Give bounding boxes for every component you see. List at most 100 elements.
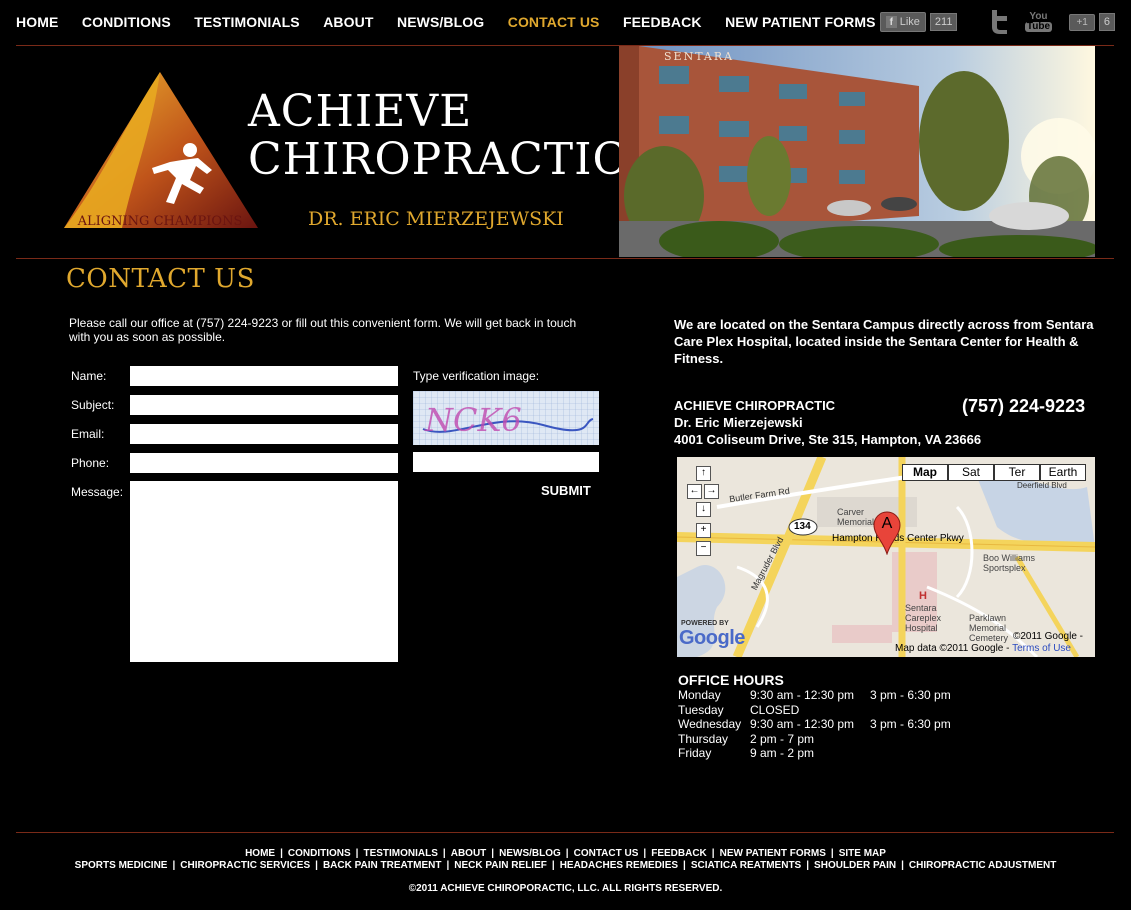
zoom-out-icon[interactable]: −	[696, 541, 711, 556]
footer-link-contact-us[interactable]: CONTACT US	[574, 848, 639, 859]
google-map[interactable]: 134 Butler Farm Rd Hampton Roads Center …	[677, 457, 1095, 657]
phone-field[interactable]	[130, 453, 398, 473]
twitter-icon[interactable]	[985, 8, 1013, 36]
logo-triangle-icon: ALIGNING CHAMPIONS	[64, 72, 258, 229]
footer-link-testimonials[interactable]: TESTIMONIALS	[363, 848, 437, 859]
header-doctor-name: DR. ERIC MIERZEJEWSKI	[308, 208, 564, 230]
phone-number[interactable]: (757) 224-9223	[962, 396, 1085, 417]
footer-link-site-map[interactable]: SITE MAP	[839, 848, 886, 859]
subject-label: Subject:	[71, 398, 115, 412]
nav-about[interactable]: ABOUT	[323, 14, 373, 30]
email-field[interactable]	[130, 424, 398, 444]
map-type-map[interactable]: Map	[902, 464, 948, 481]
logo[interactable]: ALIGNING CHAMPIONS	[62, 70, 262, 232]
submit-button[interactable]: SUBMIT	[541, 483, 591, 498]
footer-link-feedback[interactable]: FEEDBACK	[651, 848, 707, 859]
facebook-icon: f	[885, 16, 897, 28]
map-powered-by: POWERED BY	[681, 620, 729, 627]
map-route-label: 134	[794, 521, 811, 532]
nav-testimonials[interactable]: TESTIMONIALS	[194, 14, 299, 30]
hours-s1: 9 am - 2 pm	[750, 746, 815, 760]
captcha-text: NCK6	[424, 401, 522, 439]
nav-news-blog[interactable]: NEWS/BLOG	[397, 14, 484, 30]
map-attribution: Map data ©2011 Google - Terms of Use	[895, 643, 1071, 654]
map-label-sentara: Sentara Careplex Hospital	[905, 603, 942, 633]
message-field[interactable]	[130, 481, 398, 662]
practice-name: ACHIEVE CHIROPRACTIC	[674, 398, 836, 413]
footer-link-shoulder-pain[interactable]: SHOULDER PAIN	[814, 860, 896, 871]
footer-link-back-pain-treatment[interactable]: BACK PAIN TREATMENT	[323, 860, 442, 871]
hours-day: Monday	[678, 688, 721, 702]
page-title: CONTACT US	[66, 264, 255, 294]
hours-day: Friday	[678, 746, 712, 760]
nav-new-patient-forms[interactable]: NEW PATIENT FORMS	[725, 14, 876, 30]
footer-copyright: ©2011 ACHIEVE CHIROPORACTIC, LLC. ALL RI…	[408, 883, 723, 894]
hours-s2: 3 pm - 6:30 pm	[870, 688, 951, 702]
name-label: Name:	[71, 369, 107, 383]
footer-link-about[interactable]: ABOUT	[451, 848, 487, 859]
pan-left-icon[interactable]: ←	[687, 484, 702, 499]
nav-feedback[interactable]: FEEDBACK	[623, 14, 702, 30]
map-type-sat[interactable]: Sat	[948, 464, 994, 481]
footer-separator: |	[355, 848, 359, 859]
footer-link-chiropractic-adjustment[interactable]: CHIROPRACTIC ADJUSTMENT	[909, 860, 1056, 871]
google-logo[interactable]: Google	[679, 627, 745, 650]
footer-separator: |	[315, 860, 318, 871]
footer-separator: |	[830, 848, 834, 859]
footer-separator: |	[711, 848, 715, 859]
hours-s1: CLOSED	[750, 702, 800, 717]
nav-items: HOME CONDITIONS TESTIMONIALS ABOUT NEWS/BLOG…	[16, 14, 899, 30]
pan-down-icon[interactable]: ↓	[696, 502, 711, 517]
zoom-in-icon[interactable]: +	[696, 523, 711, 538]
hero-photo-graphic: SENTARA	[619, 46, 1095, 257]
footer-link-conditions[interactable]: CONDITIONS	[288, 848, 351, 859]
footer-link-neck-pain-relief[interactable]: NECK PAIN RELIEF	[454, 860, 547, 871]
footer-separator: |	[280, 848, 283, 859]
hours-s2	[870, 746, 951, 761]
hours-day: Wednesday	[678, 717, 742, 731]
facebook-like-label: Like	[899, 16, 920, 28]
google-plus-one[interactable]: +1 6	[1069, 13, 1115, 31]
hero-building-photo: SENTARA	[619, 46, 1095, 257]
pan-up-icon[interactable]: ↑	[696, 466, 711, 481]
pan-right-icon[interactable]: →	[704, 484, 719, 499]
youtube-icon[interactable]: You Tube	[1024, 8, 1053, 36]
nav-contact-us[interactable]: CONTACT US	[508, 14, 600, 30]
hero-sign-text: SENTARA	[664, 50, 734, 63]
google-plus-button[interactable]: +1	[1069, 13, 1095, 31]
footer-link-headaches-remedies[interactable]: HEADACHES REMEDIES	[560, 860, 678, 871]
street-address: 4001 Coliseum Drive, Ste 315, Hampton, V…	[674, 432, 982, 447]
captcha-input[interactable]	[413, 452, 599, 472]
map-marker-icon[interactable]: A	[873, 511, 901, 556]
footer-link-chiropractic-services[interactable]: CHIROPRACTIC SERVICES	[180, 860, 310, 871]
facebook-like[interactable]: f Like 211	[879, 12, 958, 32]
footer-link-home[interactable]: HOME	[245, 848, 275, 859]
terms-of-use-link[interactable]: Terms of Use	[1012, 643, 1071, 654]
facebook-like-button[interactable]: f Like	[879, 12, 926, 32]
captcha-image: NCK6	[413, 391, 599, 445]
nav-home[interactable]: HOME	[16, 14, 58, 30]
footer-link-sports-medicine[interactable]: SPORTS MEDICINE	[75, 860, 168, 871]
footer-link-new-patient-forms[interactable]: NEW PATIENT FORMS	[720, 848, 826, 859]
verify-label: Type verification image:	[413, 369, 540, 383]
email-label: Email:	[71, 427, 105, 441]
footer-link-news-blog[interactable]: NEWS/BLOG	[499, 848, 561, 859]
site-title: ACHIEVE CHIROPRACTIC	[248, 88, 627, 184]
footer-link-sciatica-reatments[interactable]: SCIATICA REATMENTS	[691, 860, 801, 871]
map-type-earth[interactable]: Earth	[1040, 464, 1086, 481]
nav-conditions[interactable]: CONDITIONS	[82, 14, 171, 30]
social-links: f Like 211 You Tube +1 6	[879, 8, 1115, 36]
map-data-text: Map data ©2011 Google -	[895, 643, 1010, 654]
office-hours-table: Monday 9:30 am - 12:30 pm 3 pm - 6:30 pm Tu…	[678, 688, 951, 761]
hours-row: Friday 9 am - 2 pm	[678, 746, 951, 761]
footer-separator: |	[442, 848, 446, 859]
map-type-ter[interactable]: Ter	[994, 464, 1040, 481]
address-block: ACHIEVE CHIROPRACTIC Dr. Eric Mierzejews…	[674, 397, 981, 448]
hours-row: Monday 9:30 am - 12:30 pm 3 pm - 6:30 pm	[678, 688, 951, 703]
name-field[interactable]	[130, 366, 398, 386]
subject-field[interactable]	[130, 395, 398, 415]
footer-separator: |	[643, 848, 647, 859]
hours-row: Thursday 2 pm - 7 pm	[678, 732, 951, 747]
google-plus-count: 6	[1098, 13, 1115, 31]
captcha-graphic: NCK6	[413, 391, 599, 445]
